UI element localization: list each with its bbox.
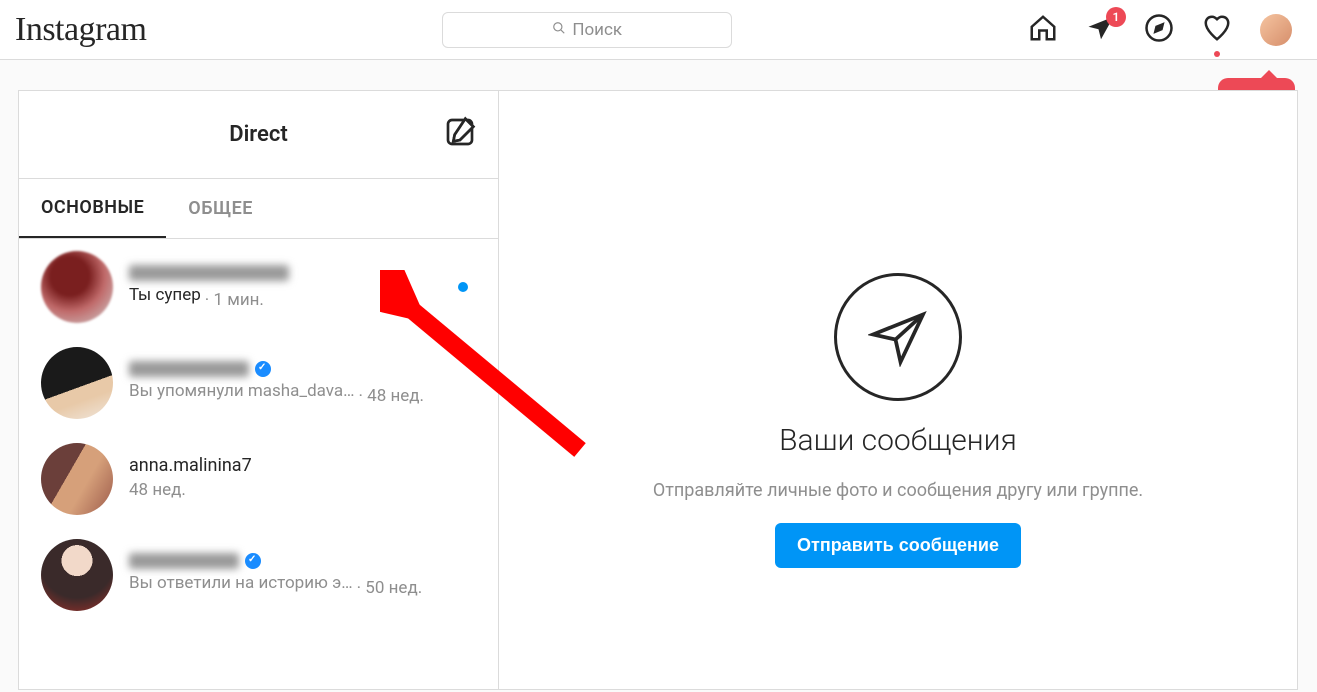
unread-dot-icon bbox=[458, 282, 468, 292]
thread-preview: Ты супер bbox=[129, 285, 201, 305]
empty-state: Ваши сообщения Отправляйте личные фото и… bbox=[499, 91, 1297, 689]
sidebar-tabs: ОСНОВНЫЕ ОБЩЕЕ bbox=[19, 179, 498, 239]
verified-icon bbox=[245, 553, 261, 569]
verified-icon bbox=[255, 361, 271, 377]
explore-icon[interactable] bbox=[1144, 13, 1174, 47]
thread-item[interactable]: Вы ответили на историю э… · 50 нед. bbox=[19, 527, 498, 623]
thread-info: Вы ответили на историю э… · 50 нед. bbox=[129, 553, 476, 598]
thread-preview: Вы ответили на историю э… bbox=[129, 573, 353, 593]
thread-time: 1 мин. bbox=[213, 290, 263, 310]
thread-username bbox=[129, 361, 249, 377]
empty-subtitle: Отправляйте личные фото и сообщения друг… bbox=[653, 480, 1143, 501]
thread-time: · bbox=[358, 386, 367, 406]
sidebar-title: Direct bbox=[229, 122, 287, 147]
direct-badge: 1 bbox=[1106, 7, 1126, 27]
activity-icon[interactable] bbox=[1202, 13, 1232, 47]
send-message-button[interactable]: Отправить сообщение bbox=[775, 523, 1021, 568]
thread-time: · bbox=[357, 578, 366, 598]
thread-avatar bbox=[41, 251, 113, 323]
nav-icons: 1 bbox=[1028, 13, 1292, 47]
thread-preview: Вы упомянули masha_dava… bbox=[129, 381, 355, 401]
instagram-logo[interactable]: Instagram bbox=[15, 11, 146, 49]
tab-general[interactable]: ОБЩЕЕ bbox=[166, 179, 275, 238]
search-icon bbox=[552, 20, 566, 40]
tab-primary[interactable]: ОСНОВНЫЕ bbox=[19, 179, 166, 238]
direct-icon[interactable]: 1 bbox=[1086, 13, 1116, 47]
thread-item[interactable]: Вы упомянули masha_dava… · 48 нед. bbox=[19, 335, 498, 431]
home-icon[interactable] bbox=[1028, 13, 1058, 47]
thread-time: 48 нед. bbox=[367, 386, 424, 406]
sidebar-header: Direct bbox=[19, 91, 498, 179]
thread-avatar bbox=[41, 347, 113, 419]
search-input[interactable]: Поиск bbox=[442, 12, 732, 48]
send-circle-icon bbox=[834, 273, 962, 401]
direct-sidebar: Direct ОСНОВНЫЕ ОБЩЕЕ Ты супер · 1 мин. bbox=[19, 91, 499, 689]
thread-username bbox=[129, 265, 289, 281]
search-placeholder: Поиск bbox=[572, 20, 622, 40]
thread-avatar bbox=[41, 443, 113, 515]
thread-info: Ты супер · 1 мин. bbox=[129, 265, 442, 310]
thread-item[interactable]: anna.malinina7 48 нед. bbox=[19, 431, 498, 527]
top-nav: Instagram Поиск 1 bbox=[0, 0, 1317, 60]
activity-dot-icon bbox=[1214, 51, 1220, 57]
thread-item[interactable]: Ты супер · 1 мин. bbox=[19, 239, 498, 335]
empty-title: Ваши сообщения bbox=[779, 423, 1017, 458]
thread-username: anna.malinina7 bbox=[129, 455, 252, 476]
thread-time: 50 нед. bbox=[365, 578, 422, 598]
thread-info: Вы упомянули masha_dava… · 48 нед. bbox=[129, 361, 476, 406]
thread-avatar bbox=[41, 539, 113, 611]
thread-info: anna.malinina7 48 нед. bbox=[129, 455, 476, 504]
thread-list: Ты супер · 1 мин. Вы упомянули masha_dav… bbox=[19, 239, 498, 689]
profile-avatar[interactable] bbox=[1260, 14, 1292, 46]
direct-panel: Direct ОСНОВНЫЕ ОБЩЕЕ Ты супер · 1 мин. bbox=[18, 90, 1298, 690]
thread-preview: 48 нед. bbox=[129, 480, 186, 500]
thread-username bbox=[129, 553, 239, 569]
compose-icon[interactable] bbox=[444, 116, 476, 154]
